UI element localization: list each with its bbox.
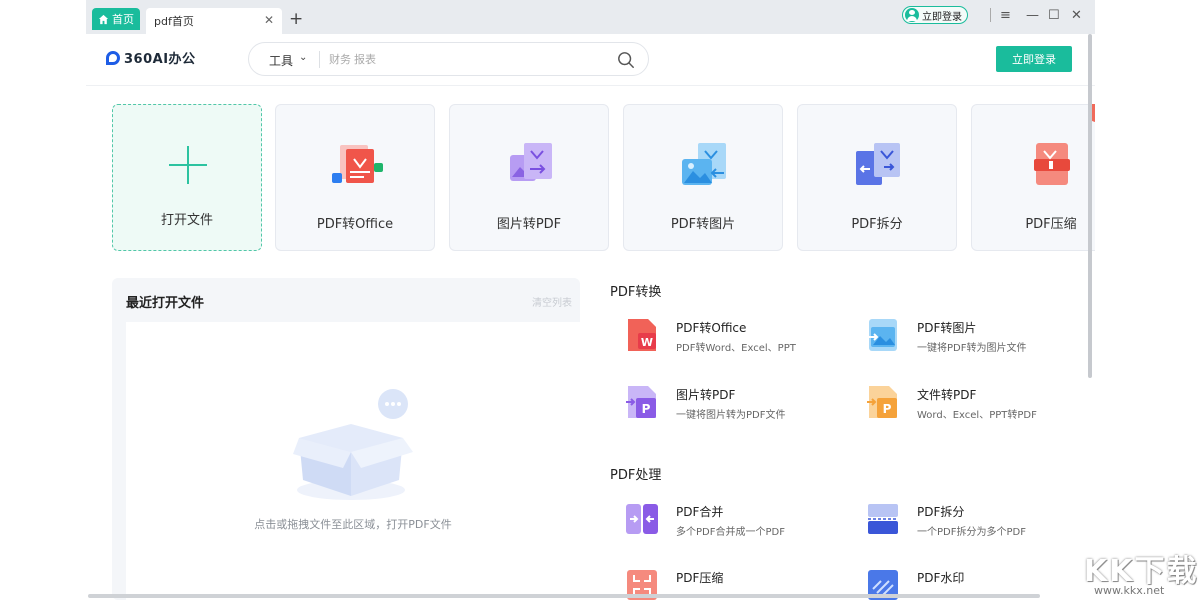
horizontal-scrollbar[interactable] (88, 594, 1040, 598)
chevron-down-icon[interactable]: ⌄ (299, 52, 307, 63)
svg-text:P: P (642, 402, 651, 416)
tab-home[interactable]: 首页 (92, 8, 140, 30)
svg-text:P: P (883, 402, 892, 416)
pdf-to-office-card[interactable]: PDF转Office (275, 104, 435, 251)
open-file-card[interactable]: 打开文件 (112, 104, 262, 251)
login-pill-label: 立即登录 (922, 11, 962, 23)
tool-dropdown[interactable]: 工具 (269, 52, 293, 69)
tool-name: 图片转PDF (676, 388, 736, 402)
vertical-scrollbar[interactable] (1088, 34, 1092, 378)
tool-name: PDF合并 (676, 505, 724, 519)
drop-hint: 点击或拖拽文件至此区域，打开PDF文件 (254, 518, 452, 531)
pdf-split-card[interactable]: PDF拆分 (797, 104, 957, 251)
tool-pdf-merge[interactable]: PDF合并 多个PDF合并成一个PDF (610, 499, 840, 543)
tool-image-to-pdf[interactable]: P 图片转PDF 一键将图片转为PDF文件 (610, 382, 840, 426)
maximize-icon[interactable]: ☐ (1048, 8, 1060, 23)
recent-files-title: 最近打开文件 (126, 296, 205, 311)
divider (990, 8, 991, 22)
home-icon (98, 14, 109, 24)
image-to-pdf-icon: P (626, 386, 656, 418)
card-label: 打开文件 (160, 213, 213, 228)
tool-name: PDF压缩 (676, 571, 724, 585)
svg-text:W: W (641, 336, 653, 349)
pdf-to-picture-icon (869, 319, 897, 351)
search-bar: 工具 ⌄ (248, 42, 649, 76)
pdf-split-icon (868, 504, 898, 534)
card-label: PDF转图片 (670, 217, 736, 232)
login-button[interactable]: 立即登录 (996, 46, 1072, 72)
tool-desc: 多个PDF合并成一个PDF (676, 527, 785, 538)
tab-pdf-home[interactable]: pdf首页 ✕ (146, 8, 282, 34)
file-to-pdf-icon: P (867, 386, 897, 418)
watermark-url: www.kkx.net (1094, 584, 1165, 597)
tool-file-to-pdf[interactable]: P 文件转PDF Word、Excel、PPT转PDF (851, 382, 1081, 426)
image-to-pdf-icon (510, 143, 552, 181)
pdf-merge-icon (626, 504, 658, 534)
image-to-pdf-card[interactable]: 图片转PDF (449, 104, 609, 251)
avatar-icon (905, 8, 919, 22)
card-label: PDF转Office (316, 217, 394, 232)
logo-text: 360AI办公 (124, 52, 196, 67)
pdf-to-image-icon (682, 143, 726, 185)
tool-desc: PDF转Word、Excel、PPT (676, 343, 796, 354)
tool-name: PDF水印 (917, 571, 965, 585)
tool-name: PDF转Office (676, 321, 747, 335)
pdf-to-image-card[interactable]: PDF转图片 (623, 104, 783, 251)
tool-desc: Word、Excel、PPT转PDF (917, 410, 1037, 421)
pdf-split-icon (856, 143, 900, 185)
plus-icon (169, 146, 207, 184)
pdf-compress-icon (1034, 143, 1070, 185)
pdf-to-office-icon (332, 145, 383, 183)
section-title-convert: PDF转换 (610, 285, 662, 300)
card-label: 图片转PDF (496, 217, 562, 232)
search-input[interactable] (329, 50, 579, 69)
app-window: 首页 pdf首页 ✕ + 立即登录 ≡ — ☐ ✕ 360AI办公 工具 ⌄ 财… (86, 0, 1095, 600)
search-icon[interactable] (617, 51, 635, 69)
tool-desc: 一键将图片转为PDF文件 (676, 410, 786, 421)
tab-pdf-home-label: pdf首页 (154, 15, 194, 28)
card-label: PDF拆分 (851, 217, 903, 232)
tool-name: PDF拆分 (917, 505, 965, 519)
file-drop-zone[interactable]: 点击或拖拽文件至此区域，打开PDF文件 (126, 322, 580, 600)
tool-name: 文件转PDF (917, 388, 977, 402)
card-label: PDF压缩 (1025, 217, 1077, 232)
tool-desc: 一个PDF拆分为多个PDF (917, 527, 1026, 538)
login-pill-button[interactable]: 立即登录 (902, 6, 968, 24)
new-tab-icon[interactable]: + (289, 9, 303, 29)
pdf-to-word-icon: W (628, 319, 656, 351)
close-tab-icon[interactable]: ✕ (264, 13, 274, 27)
minimize-icon[interactable]: — (1026, 8, 1039, 23)
site-watermark: KK下载 www.kkx.net (1078, 546, 1200, 600)
app-header: 360AI办公 工具 ⌄ 立即登录 (86, 34, 1095, 86)
pdf-compress-card[interactable]: 新功 PDF压缩 (971, 104, 1095, 251)
tool-pdf-split[interactable]: PDF拆分 一个PDF拆分为多个PDF (851, 499, 1081, 543)
tab-home-label: 首页 (112, 13, 134, 26)
title-bar: 首页 pdf首页 ✕ + 立即登录 ≡ — ☐ ✕ (86, 0, 1095, 34)
divider (319, 51, 320, 68)
tool-name: PDF转图片 (917, 321, 977, 335)
tool-pdf-to-office[interactable]: W PDF转Office PDF转Word、Excel、PPT (610, 315, 840, 359)
tool-pdf-to-image[interactable]: PDF转图片 一键将PDF转为图片文件 (851, 315, 1081, 359)
logo-mark-icon (106, 50, 120, 65)
tool-desc: 一键将PDF转为图片文件 (917, 343, 1027, 354)
clear-list-link[interactable]: 清空列表 (532, 294, 572, 309)
menu-icon[interactable]: ≡ (1000, 8, 1011, 23)
section-title-process: PDF处理 (610, 468, 662, 483)
app-logo[interactable]: 360AI办公 (106, 48, 196, 67)
empty-box-icon (293, 389, 413, 500)
close-window-icon[interactable]: ✕ (1071, 8, 1082, 23)
recent-files-panel: 最近打开文件 清空列表 点击或拖拽文件至此区域，打开PDF文件 (112, 278, 580, 600)
